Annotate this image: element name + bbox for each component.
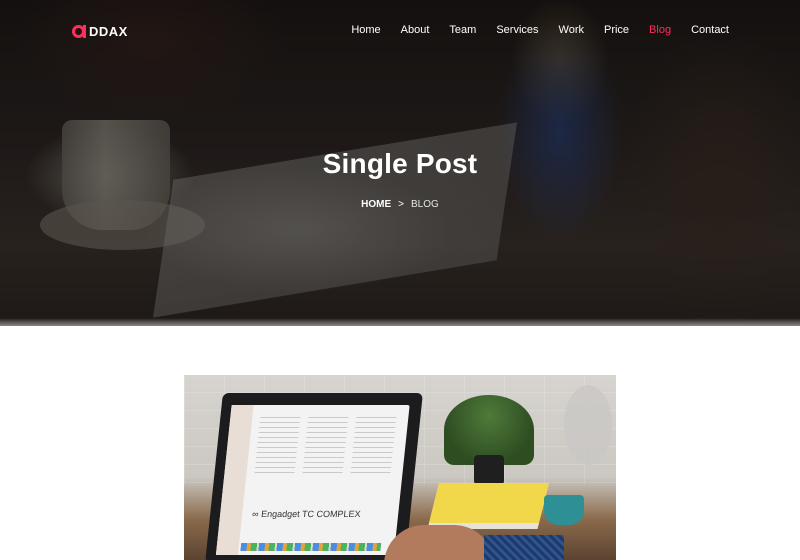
page-title: Single Post <box>322 148 478 179</box>
brush-stroke-divider <box>0 318 800 374</box>
post-featured-image: ∞ Engadget TC COMPLEX <box>184 375 616 560</box>
nav-item-about[interactable]: About <box>401 23 430 37</box>
top-navbar: DDAX Home About Team Services Work Price… <box>0 0 800 62</box>
image-plant-pot <box>474 455 504 485</box>
nav-item-home[interactable]: Home <box>351 23 380 37</box>
screen-logos: ∞ Engadget TC COMPLEX <box>251 509 362 519</box>
nav-item-price[interactable]: Price <box>604 23 629 37</box>
site-logo[interactable]: DDAX <box>72 24 128 39</box>
image-coffee-cup <box>544 495 584 525</box>
nav-item-team[interactable]: Team <box>449 23 476 37</box>
image-laptop: ∞ Engadget TC COMPLEX <box>205 393 423 560</box>
image-laptop-screen: ∞ Engadget TC COMPLEX <box>215 405 410 555</box>
screen-sidebar <box>215 405 254 555</box>
main-menu: Home About Team Services Work Price Blog… <box>331 23 729 37</box>
breadcrumb-chevron-icon: > <box>398 199 405 210</box>
screen-text-column <box>302 417 349 477</box>
logo-a-icon <box>72 25 86 38</box>
screen-dock <box>240 543 382 551</box>
screen-text-column <box>254 417 301 477</box>
nav-item-contact[interactable]: Contact <box>691 23 729 37</box>
logo-text: DDAX <box>89 24 128 39</box>
breadcrumb-current: BLOG <box>411 199 439 210</box>
breadcrumb: HOME > BLOG <box>0 199 800 210</box>
nav-item-services[interactable]: Services <box>496 23 538 37</box>
image-book <box>429 483 549 523</box>
breadcrumb-home-link[interactable]: HOME <box>361 199 391 210</box>
image-globe <box>564 385 612 465</box>
nav-item-work[interactable]: Work <box>559 23 584 37</box>
image-sleeve <box>484 535 564 560</box>
screen-text-column <box>350 417 397 477</box>
nav-item-blog[interactable]: Blog <box>649 23 671 37</box>
